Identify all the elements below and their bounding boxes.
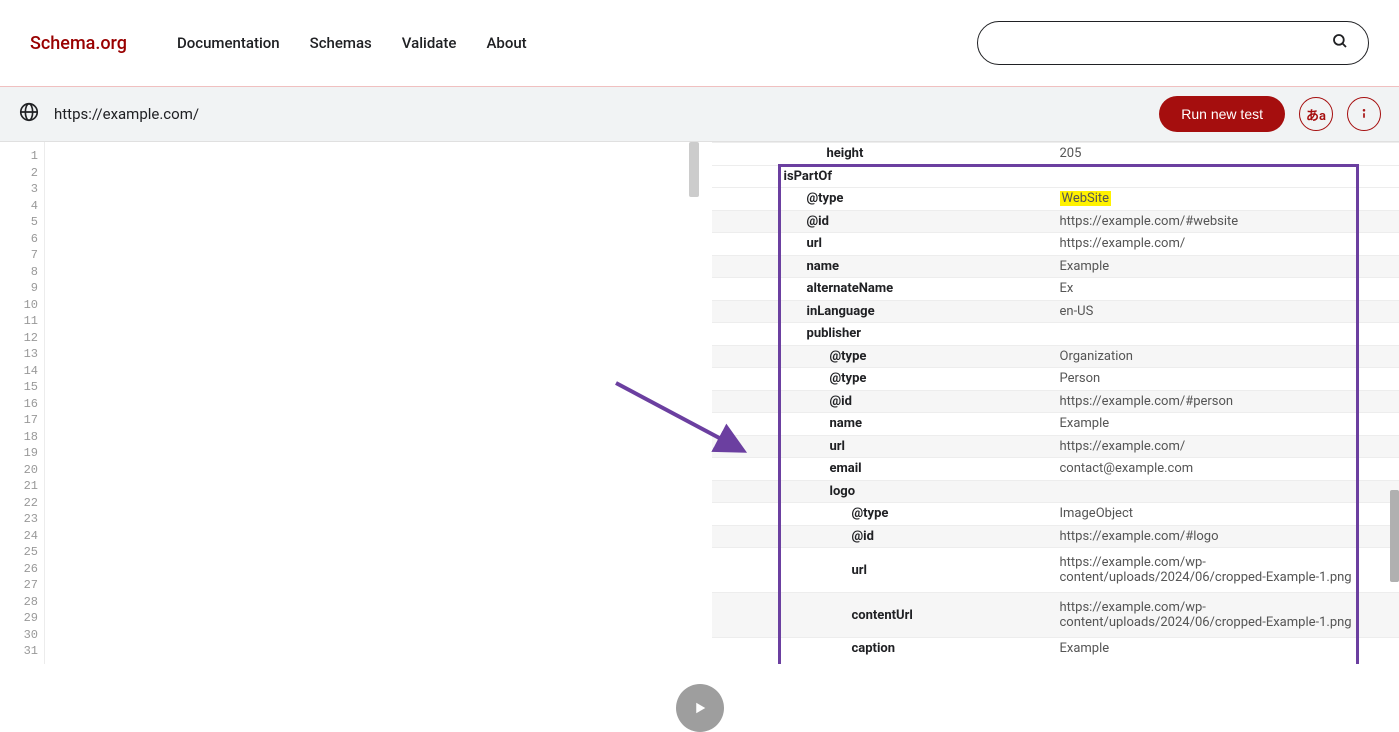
- main: 1 2 3 4 5 6 7 8 9 10 11 12 13 14 15 16 1…: [0, 142, 1399, 664]
- property-value: Ex: [1050, 281, 1399, 296]
- property-value: https://example.com/wp-content/uploads/2…: [1050, 600, 1399, 630]
- language-button[interactable]: あa: [1299, 97, 1333, 131]
- search-wrap: [977, 21, 1369, 65]
- property-key: name: [712, 416, 863, 431]
- property-value: contact@example.com: [1050, 461, 1399, 476]
- result-row: inLanguage en-US: [712, 300, 1399, 323]
- result-row: url https://example.com/wp-content/upload…: [712, 547, 1399, 592]
- tested-url: https://example.com/: [54, 105, 199, 123]
- property-value: Organization: [1050, 349, 1399, 364]
- property-key: @type: [712, 191, 844, 206]
- search-input[interactable]: [977, 21, 1369, 65]
- nav-item-validate[interactable]: Validate: [402, 34, 457, 52]
- property-key: alternateName: [712, 281, 894, 296]
- property-value: https://example.com/#logo: [1050, 529, 1399, 544]
- property-value: Example: [1050, 641, 1399, 656]
- result-row: name Example: [712, 412, 1399, 435]
- property-value: https://example.com/#website: [1050, 214, 1399, 229]
- property-key: isPartOf: [712, 169, 832, 184]
- result-row: @id https://example.com/#logo: [712, 525, 1399, 548]
- brand-logo[interactable]: Schema.org: [30, 33, 127, 54]
- result-row: publisher: [712, 322, 1399, 345]
- result-row: url https://example.com/: [712, 232, 1399, 255]
- property-key: inLanguage: [712, 304, 875, 319]
- editor-scrollbar[interactable]: [689, 142, 699, 197]
- property-value: https://example.com/#person: [1050, 394, 1399, 409]
- results-pane: height 205 isPartOf @type WebSite @id https://…: [700, 142, 1399, 664]
- result-row: @type Person: [712, 367, 1399, 390]
- nav-item-schemas[interactable]: Schemas: [310, 34, 372, 52]
- nav-item-documentation[interactable]: Documentation: [177, 34, 280, 52]
- search-icon[interactable]: [1331, 32, 1349, 54]
- code-editor[interactable]: [45, 142, 700, 664]
- line-gutter: 1 2 3 4 5 6 7 8 9 10 11 12 13 14 15 16 1…: [0, 142, 45, 664]
- results-table: height 205 isPartOf @type WebSite @id https://…: [712, 142, 1399, 660]
- property-key: @id: [712, 394, 852, 409]
- property-key: publisher: [712, 326, 862, 341]
- property-value: WebSite: [1050, 191, 1399, 206]
- property-value: https://example.com/: [1050, 439, 1399, 454]
- toolbar: https://example.com/ Run new test あa: [0, 87, 1399, 142]
- property-key: email: [712, 461, 862, 476]
- property-key: height: [712, 146, 864, 161]
- property-key: contentUrl: [712, 608, 913, 623]
- property-key: name: [712, 259, 840, 274]
- result-row: @id https://example.com/#person: [712, 390, 1399, 413]
- result-row: caption Example: [712, 637, 1399, 660]
- info-button[interactable]: [1347, 97, 1381, 131]
- play-button[interactable]: [676, 684, 724, 732]
- property-key: @id: [712, 214, 829, 229]
- result-row: @type WebSite: [712, 187, 1399, 210]
- property-key: logo: [712, 484, 856, 499]
- result-row: @id https://example.com/#website: [712, 210, 1399, 233]
- property-key: url: [712, 563, 867, 578]
- result-row: @type Organization: [712, 345, 1399, 368]
- globe-icon: [18, 101, 40, 127]
- property-value: https://example.com/: [1050, 236, 1399, 251]
- property-value: Example: [1050, 416, 1399, 431]
- result-row: alternateName Ex: [712, 277, 1399, 300]
- result-row: email contact@example.com: [712, 457, 1399, 480]
- result-row: height 205: [712, 142, 1399, 165]
- result-row: contentUrl https://example.com/wp-content…: [712, 592, 1399, 637]
- property-key: @id: [712, 529, 874, 544]
- result-row: url https://example.com/: [712, 435, 1399, 458]
- nav: Documentation Schemas Validate About: [177, 34, 527, 52]
- property-value: 205: [1050, 146, 1399, 161]
- property-value: Person: [1050, 371, 1399, 386]
- code-editor-pane: 1 2 3 4 5 6 7 8 9 10 11 12 13 14 15 16 1…: [0, 142, 700, 664]
- property-value: ImageObject: [1050, 506, 1399, 521]
- result-row: logo: [712, 480, 1399, 503]
- property-value: Example: [1050, 259, 1399, 274]
- run-new-test-button[interactable]: Run new test: [1159, 96, 1285, 132]
- property-key: caption: [712, 641, 896, 656]
- property-key: url: [712, 439, 845, 454]
- result-row: isPartOf: [712, 165, 1399, 188]
- property-key: @type: [712, 349, 867, 364]
- property-key: url: [712, 236, 822, 251]
- nav-item-about[interactable]: About: [486, 34, 526, 52]
- result-row: @type ImageObject: [712, 502, 1399, 525]
- page-scrollbar[interactable]: [1390, 490, 1399, 582]
- property-key: @type: [712, 371, 867, 386]
- property-key: @type: [712, 506, 889, 521]
- property-value: https://example.com/wp-content/uploads/2…: [1050, 555, 1399, 585]
- property-value: en-US: [1050, 304, 1399, 319]
- header: Schema.org Documentation Schemas Validate A…: [0, 0, 1399, 87]
- result-row: name Example: [712, 255, 1399, 278]
